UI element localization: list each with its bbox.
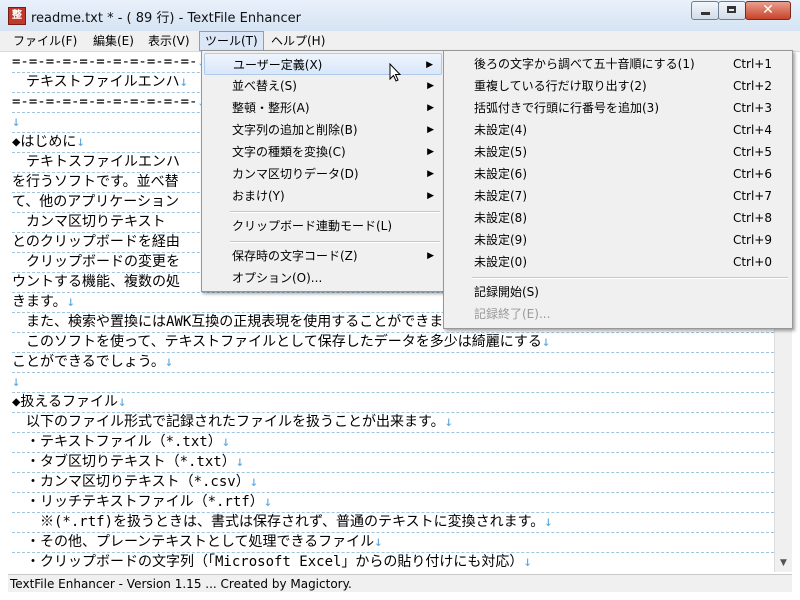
newline-icon: ↓ <box>523 554 532 570</box>
menu-separator <box>472 277 788 279</box>
menu-item-user-defined[interactable]: ユーザー定義(X) ▶ <box>204 53 442 75</box>
newline-icon: ↓ <box>221 434 231 450</box>
menu-item-user-4[interactable]: 未設定(4) Ctrl+4 <box>446 119 790 141</box>
text-line[interactable]: 以下のファイル形式で記録されたファイルを扱うことが出来ます。↓ <box>12 412 774 433</box>
status-bar: TextFile Enhancer - Version 1.15 ... Cre… <box>8 574 792 592</box>
menu-item-record-start[interactable]: 記録開始(S) <box>446 281 790 303</box>
text-line[interactable]: ・タブ区切りテキスト（*.txt）↓ <box>12 452 774 473</box>
maximize-button[interactable] <box>718 1 746 20</box>
menu-separator <box>230 211 440 213</box>
minimize-icon <box>701 12 710 15</box>
text-line[interactable]: ・テキストファイル（*.txt）↓ <box>12 432 774 453</box>
menu-item-user-0[interactable]: 未設定(0) Ctrl+0 <box>446 251 790 273</box>
menu-separator <box>230 241 440 243</box>
newline-icon: ↓ <box>235 454 245 470</box>
submenu-arrow-icon: ▶ <box>426 60 433 70</box>
menu-item-options[interactable]: オプション(O)... <box>204 267 442 289</box>
newline-icon: ↓ <box>66 294 76 310</box>
submenu-arrow-icon: ▶ <box>427 147 434 157</box>
menu-tools[interactable]: ツール(T) <box>199 31 264 51</box>
text-line[interactable]: ・カンマ区切りテキスト（*.csv）↓ <box>12 472 774 493</box>
text-line[interactable]: このソフトを使って、テキストファイルとして保存したデータを多少は綺麗にする↓ <box>12 332 774 353</box>
newline-icon: ↓ <box>179 74 189 90</box>
menu-help[interactable]: ヘルプ(H) <box>266 32 330 50</box>
text-line[interactable]: ※(*.rtf)を扱うときは、書式は保存されず、普通のテキストに変換されます。↓ <box>12 512 774 533</box>
menu-item-extras[interactable]: おまけ(Y) ▶ <box>204 185 442 207</box>
submenu-arrow-icon: ▶ <box>427 125 434 135</box>
newline-icon: ↓ <box>12 374 21 390</box>
newline-icon: ↓ <box>544 514 553 530</box>
text-line[interactable]: ことができるでしょう。↓ <box>12 352 774 373</box>
close-icon: ✕ <box>762 2 774 18</box>
newline-icon: ↓ <box>374 534 383 550</box>
menu-item-user-8[interactable]: 未設定(8) Ctrl+8 <box>446 207 790 229</box>
submenu-arrow-icon: ▶ <box>427 103 434 113</box>
newline-icon: ↓ <box>444 414 454 430</box>
text-line[interactable]: ↓ <box>12 372 774 393</box>
scroll-down-icon[interactable]: ▼ <box>775 555 792 572</box>
menu-item-user-2[interactable]: 重複している行だけ取り出す(2) Ctrl+2 <box>446 75 790 97</box>
app-icon[interactable]: 整 <box>8 7 26 25</box>
newline-icon: ↓ <box>12 114 21 130</box>
text-line[interactable]: ・その他、プレーンテキストとして処理できるファイル↓ <box>12 532 774 553</box>
menu-item-add-remove[interactable]: 文字列の追加と削除(B) ▶ <box>204 119 442 141</box>
text-line[interactable]: ・リッチテキストファイル（*.rtf）↓ <box>12 492 774 513</box>
menu-edit[interactable]: 編集(E) <box>88 32 139 50</box>
menu-item-user-3[interactable]: 括弧付きで行頭に行番号を追加(3) Ctrl+3 <box>446 97 790 119</box>
maximize-icon <box>727 6 736 13</box>
close-button[interactable]: ✕ <box>745 1 791 20</box>
menu-item-csv-data[interactable]: カンマ区切りデータ(D) ▶ <box>204 163 442 185</box>
menu-item-arrange[interactable]: 整頓・整形(A) ▶ <box>204 97 442 119</box>
menu-item-user-7[interactable]: 未設定(7) Ctrl+7 <box>446 185 790 207</box>
menu-item-record-stop: 記録終了(E)... <box>474 307 551 321</box>
newline-icon: ↓ <box>118 394 127 410</box>
menu-view[interactable]: 表示(V) <box>143 32 195 50</box>
text-line[interactable]: ・クリップボードの文字列（「Microsoft Excel」からの貼り付けにも対… <box>12 552 774 572</box>
menu-item-save-encoding[interactable]: 保存時の文字コード(Z) ▶ <box>204 245 442 267</box>
menu-item-user-5[interactable]: 未設定(5) Ctrl+5 <box>446 141 790 163</box>
menu-file[interactable]: ファイル(F) <box>8 32 82 50</box>
user-defined-submenu: 後ろの文字から調べて五十音順にする(1) Ctrl+1 重複している行だけ取り出す… <box>443 50 793 329</box>
window-title: readme.txt * - ( 89 行) - TextFile Enhanc… <box>31 11 302 26</box>
newline-icon: ↓ <box>249 474 259 490</box>
menu-item-convert-chars[interactable]: 文字の種類を変換(C) ▶ <box>204 141 442 163</box>
menu-item-sort[interactable]: 並べ替え(S) ▶ <box>204 75 442 97</box>
mouse-cursor-icon <box>389 63 402 82</box>
newline-icon: ↓ <box>541 334 551 350</box>
newline-icon: ↓ <box>76 134 85 150</box>
newline-icon: ↓ <box>164 354 174 370</box>
title-bar[interactable]: 整 readme.txt * - ( 89 行) - TextFile Enha… <box>0 0 800 32</box>
minimize-button[interactable] <box>691 1 719 20</box>
submenu-arrow-icon: ▶ <box>427 251 434 261</box>
submenu-arrow-icon: ▶ <box>427 169 434 179</box>
submenu-arrow-icon: ▶ <box>427 81 434 91</box>
tools-menu: ユーザー定義(X) ▶ 並べ替え(S) ▶ 整頓・整形(A) ▶ 文字列の追加と削除(… <box>201 50 445 292</box>
menu-item-user-6[interactable]: 未設定(6) Ctrl+6 <box>446 163 790 185</box>
menu-bar: ファイル(F) 編集(E) 表示(V) ツール(T) ヘルプ(H) <box>0 31 800 52</box>
newline-icon: ↓ <box>263 494 273 510</box>
menu-item-clipboard-mode[interactable]: クリップボード連動モード(L) <box>204 215 442 237</box>
submenu-arrow-icon: ▶ <box>427 191 434 201</box>
menu-item-user-9[interactable]: 未設定(9) Ctrl+9 <box>446 229 790 251</box>
text-line[interactable]: ◆扱えるファイル↓ <box>12 392 774 413</box>
menu-item-user-1[interactable]: 後ろの文字から調べて五十音順にする(1) Ctrl+1 <box>446 53 790 75</box>
